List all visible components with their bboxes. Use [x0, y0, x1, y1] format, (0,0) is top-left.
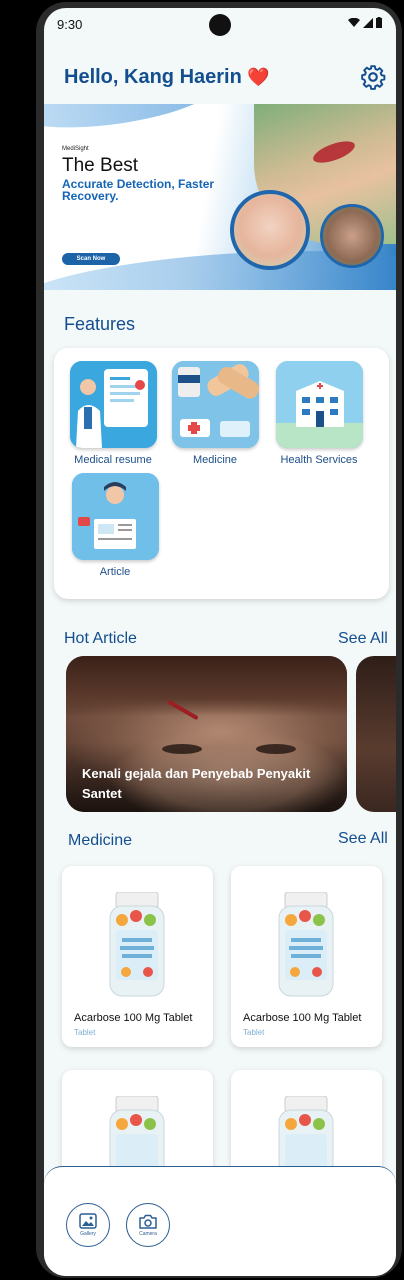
banner-wave — [44, 104, 228, 140]
medicine-icon — [171, 361, 259, 448]
article-icon — [71, 473, 159, 560]
gallery-button[interactable]: Gallery — [66, 1203, 110, 1247]
greeting-text: Hello, Kang Haerin — [64, 66, 242, 88]
camera-label: Camera — [139, 1230, 157, 1237]
feature-label: Medicine — [192, 454, 238, 466]
article-photo — [66, 656, 347, 716]
banner-brand: MediSight — [62, 146, 89, 152]
feature-label: Health Services — [280, 454, 358, 466]
banner-circle-photo — [320, 204, 384, 268]
hospital-icon — [275, 361, 363, 448]
article-title: Kenali gejala dan Penyebab Penyakit Sant… — [82, 766, 311, 801]
hot-article-see-all[interactable]: See All — [338, 630, 388, 648]
medicine-see-all[interactable]: See All — [338, 830, 388, 848]
feature-label: Medical resume — [74, 454, 152, 466]
features-card: Medical resume Medicine Health Services … — [54, 348, 389, 599]
status-icons — [348, 17, 382, 28]
status-bar: 9:30 — [44, 8, 396, 42]
feature-label: Article — [99, 566, 131, 578]
banner-circle-photo — [230, 190, 310, 270]
medicine-title: Medicine — [68, 832, 133, 849]
medicine-bottle-image — [109, 892, 165, 997]
features-title: Features — [64, 314, 136, 334]
banner-subheadline: Accurate Detection, Faster Recovery. — [62, 177, 215, 203]
gallery-label: Gallery — [80, 1231, 96, 1237]
feature-medicine[interactable]: Medicine — [165, 361, 265, 466]
app-screen: 9:30 Hello, Kang Haerin ❤️ MediSight The… — [44, 8, 396, 1276]
medicine-bottle-image — [278, 892, 334, 997]
article-card[interactable]: Kenali gejala dan Penyebab Penyakit Sant… — [66, 656, 347, 812]
medicine-name: Acarbose 100 Mg Tablet — [74, 1012, 193, 1024]
wifi-icon — [348, 17, 360, 27]
promo-banner[interactable]: MediSight The Best Accurate Detection, F… — [44, 104, 396, 290]
heart-icon: ❤️ — [247, 67, 270, 87]
bottom-sheet: Gallery Camera — [44, 1166, 396, 1276]
gallery-icon — [79, 1213, 97, 1229]
medicine-card[interactable]: Acarbose 100 Mg Tablet Tablet — [231, 866, 382, 1047]
signal-icon — [363, 17, 373, 28]
feature-medical-resume[interactable]: Medical resume — [63, 361, 163, 466]
banner-headline: The Best — [62, 155, 139, 176]
feature-health-services[interactable]: Health Services — [269, 361, 369, 466]
greeting-title: Hello, Kang Haerin ❤️ — [64, 66, 270, 89]
status-time: 9:30 — [57, 17, 83, 32]
camera-icon — [139, 1214, 157, 1229]
camera-cutout — [209, 14, 231, 36]
hot-article-title: Hot Article — [64, 630, 137, 647]
gear-icon[interactable] — [360, 64, 386, 90]
medicine-card[interactable]: Acarbose 100 Mg Tablet Tablet — [62, 866, 213, 1047]
article-carousel[interactable]: Kenali gejala dan Penyebab Penyakit Sant… — [64, 656, 396, 812]
medicine-type: Tablet — [74, 1028, 96, 1037]
battery-icon — [376, 17, 382, 28]
article-card-next[interactable] — [356, 656, 396, 812]
scan-now-button[interactable]: Scan Now — [62, 253, 120, 265]
medicine-type: Tablet — [243, 1028, 265, 1037]
medicine-name: Acarbose 100 Mg Tablet — [243, 1012, 362, 1024]
medical-resume-icon — [69, 361, 157, 448]
camera-button[interactable]: Camera — [126, 1203, 170, 1247]
feature-article[interactable]: Article — [65, 473, 165, 578]
